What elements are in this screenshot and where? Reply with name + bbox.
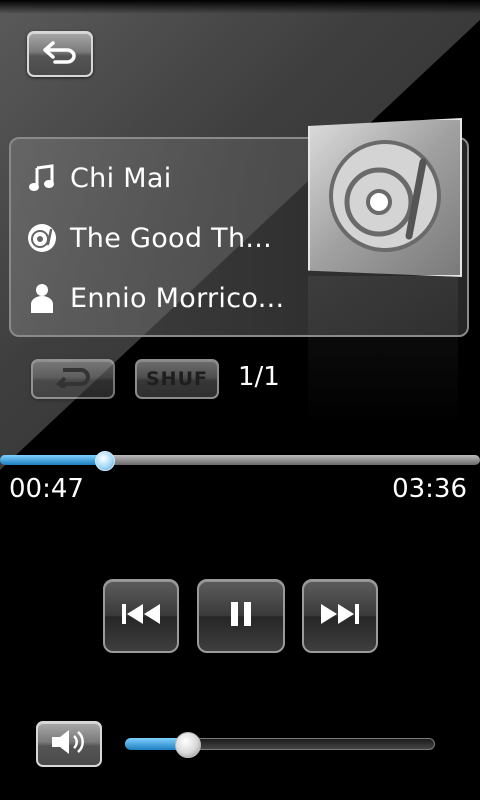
repeat-icon: [51, 366, 95, 392]
repeat-button[interactable]: [31, 359, 115, 399]
album-art: [308, 118, 462, 277]
progress-fill: [0, 455, 104, 465]
shuffle-button[interactable]: SHUF: [135, 359, 219, 399]
skip-next-icon: [320, 603, 360, 629]
speaker-icon: [49, 728, 89, 760]
progress-handle[interactable]: [95, 451, 115, 471]
volume-button[interactable]: [36, 721, 102, 767]
next-button[interactable]: [302, 579, 378, 653]
back-button[interactable]: [27, 31, 93, 77]
top-shade: [0, 0, 480, 14]
artist-name: Ennio Morrico...: [70, 282, 285, 314]
disc-icon: [26, 222, 58, 254]
pause-button[interactable]: [197, 579, 285, 653]
artist-row: Ennio Morrico...: [26, 278, 284, 318]
album-name: The Good Th...: [70, 222, 273, 254]
album-art-reflection: [308, 276, 458, 426]
music-note-icon: [26, 162, 58, 194]
person-icon: [26, 282, 58, 314]
track-title-row: Chi Mai: [26, 158, 172, 198]
time-total: 03:36: [392, 474, 467, 504]
track-position: 1/1: [238, 362, 280, 392]
album-art-disc-icon: [325, 136, 445, 260]
previous-button[interactable]: [103, 579, 179, 653]
pause-icon: [229, 601, 253, 631]
volume-handle[interactable]: [175, 732, 201, 758]
skip-previous-icon: [121, 603, 161, 629]
album-row: The Good Th...: [26, 218, 272, 258]
back-arrow-icon: [41, 39, 79, 69]
time-elapsed: 00:47: [9, 474, 84, 504]
track-title: Chi Mai: [70, 162, 172, 194]
